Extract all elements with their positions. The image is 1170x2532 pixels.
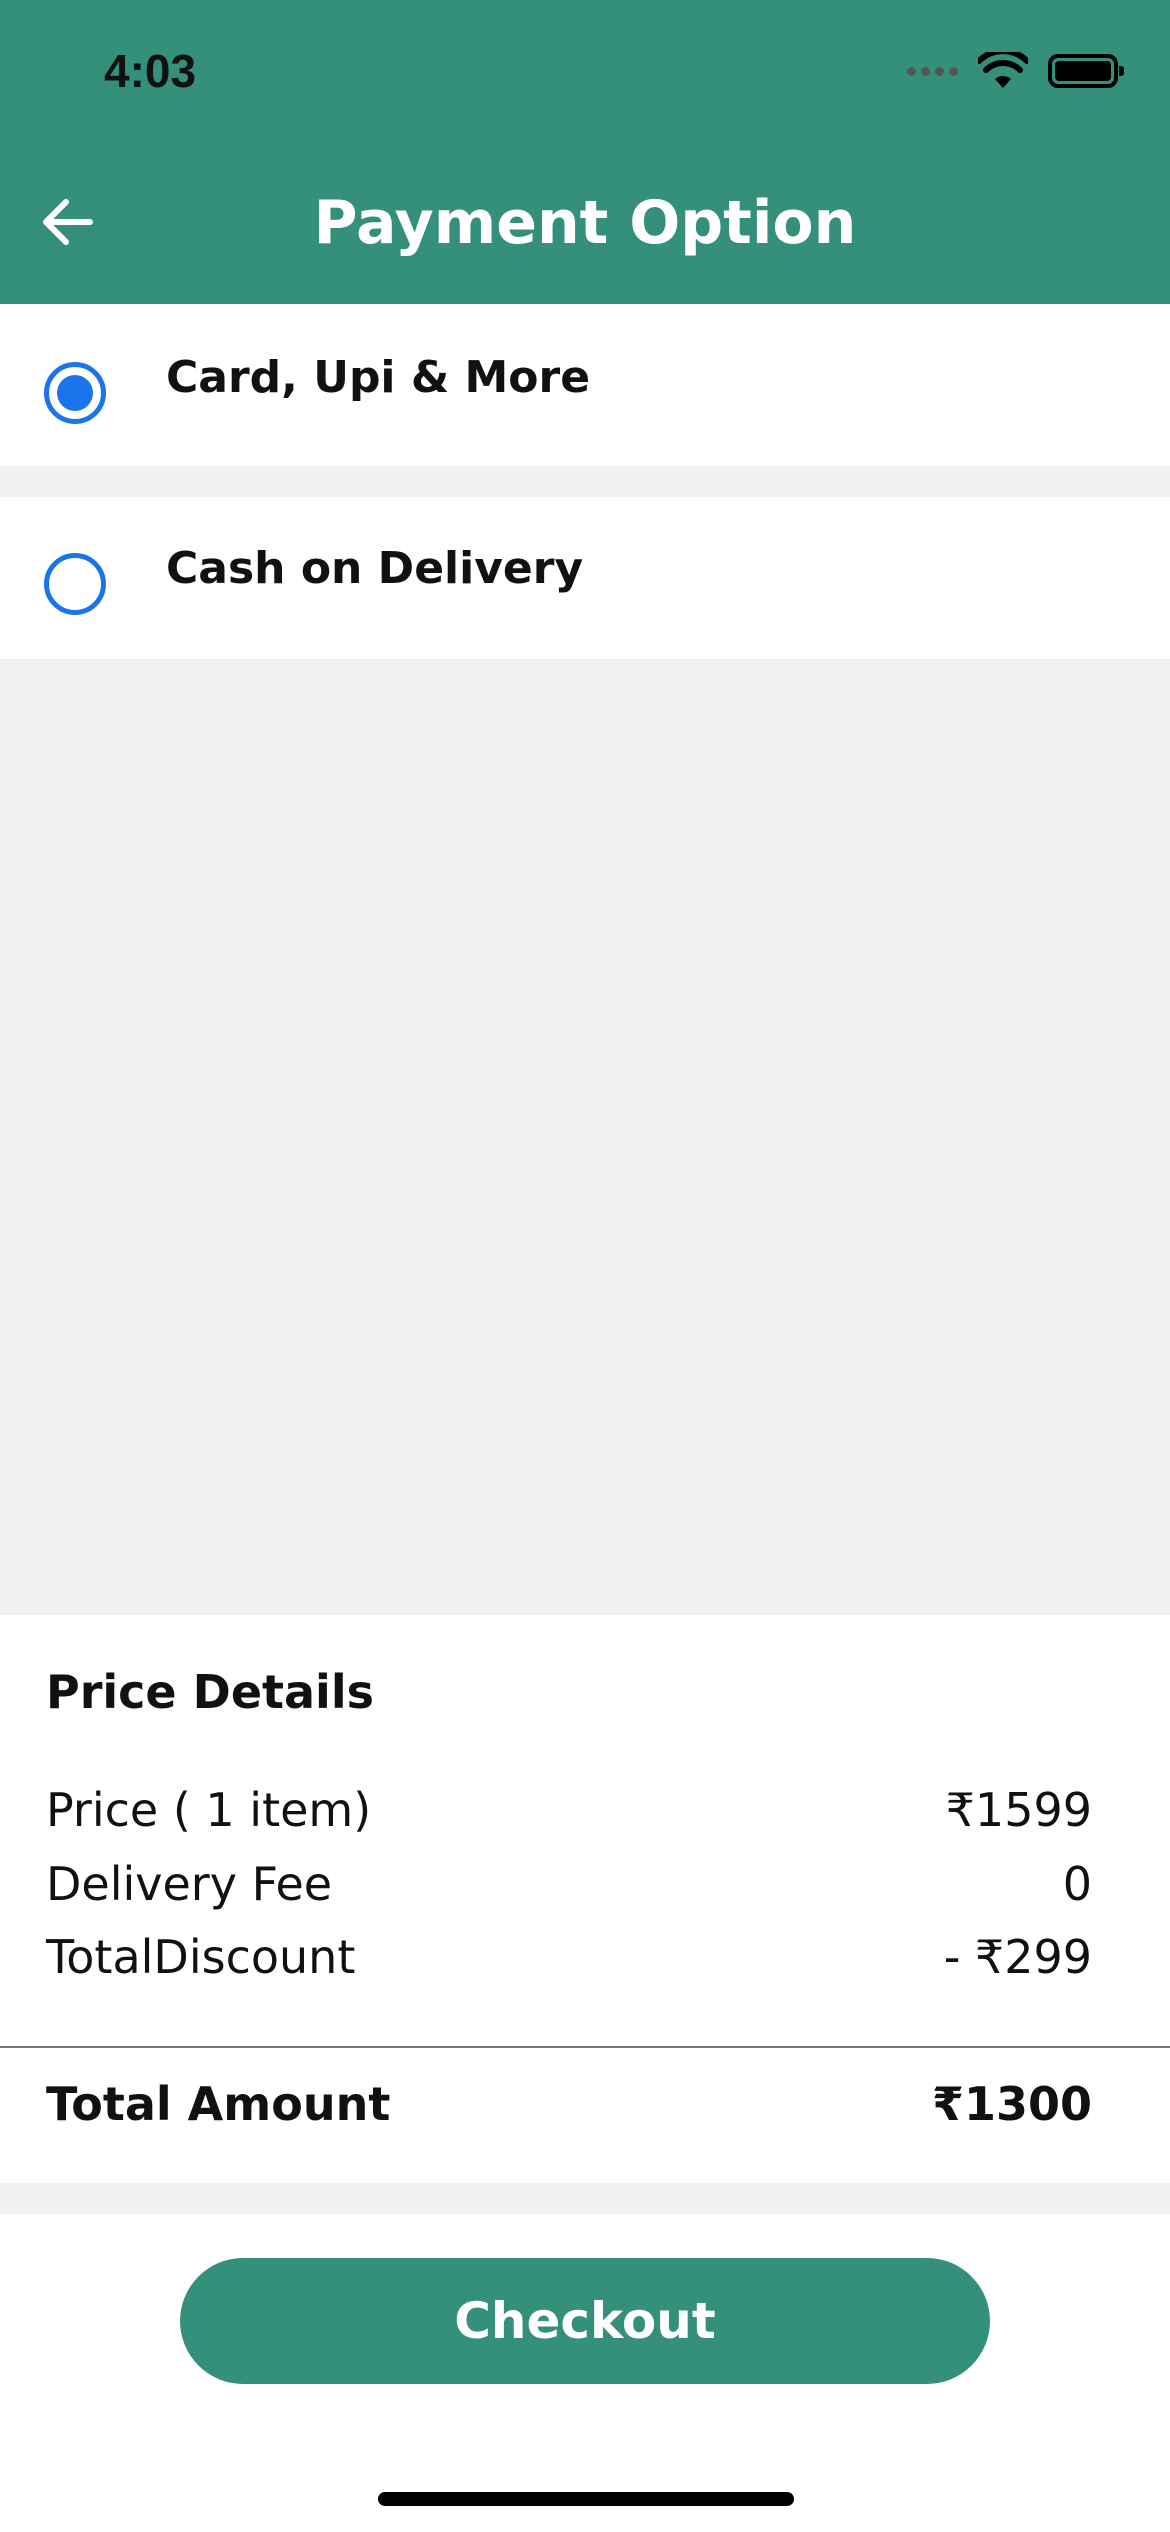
price-row-label: Delivery Fee [46, 1857, 333, 1911]
price-row: Price ( 1 item) ₹1599 [46, 1783, 1092, 1837]
total-amount-value: ₹1300 [931, 2077, 1092, 2131]
home-indicator [378, 2492, 794, 2506]
battery-icon [1048, 54, 1124, 88]
wifi-icon [978, 52, 1028, 88]
total-amount-row: Total Amount ₹1300 [46, 2077, 1092, 2131]
price-row-value: ₹1599 [945, 1783, 1092, 1837]
price-details-title: Price Details [46, 1665, 374, 1719]
payment-option-label: Cash on Delivery [166, 543, 584, 594]
bottom-panel: Checkout [0, 2214, 1170, 2532]
price-row-label: Price ( 1 item) [46, 1783, 372, 1837]
divider [0, 2046, 1170, 2048]
payment-option-cod[interactable]: Cash on Delivery [0, 497, 1170, 659]
price-row: Delivery Fee 0 [46, 1857, 1092, 1911]
page-title: Payment Option [313, 188, 857, 258]
signal-icon [907, 66, 958, 76]
app-header: 4:03 Payment Option [0, 0, 1170, 304]
checkout-button[interactable]: Checkout [180, 2258, 990, 2384]
radio-unselected-icon[interactable] [44, 553, 106, 615]
payment-option-label: Card, Upi & More [166, 352, 591, 403]
radio-selected-icon[interactable] [44, 362, 106, 424]
price-row: TotalDiscount - ₹299 [46, 1930, 1092, 1984]
total-amount-label: Total Amount [46, 2077, 391, 2131]
status-time: 4:03 [104, 45, 197, 97]
price-details-panel: Price Details Price ( 1 item) ₹1599 Deli… [0, 1615, 1170, 2183]
price-row-value: 0 [1062, 1857, 1092, 1911]
status-icons [907, 52, 1124, 90]
payment-option-card[interactable]: Card, Upi & More [0, 304, 1170, 466]
price-row-label: TotalDiscount [46, 1930, 356, 1984]
price-row-value: - ₹299 [943, 1930, 1092, 1984]
